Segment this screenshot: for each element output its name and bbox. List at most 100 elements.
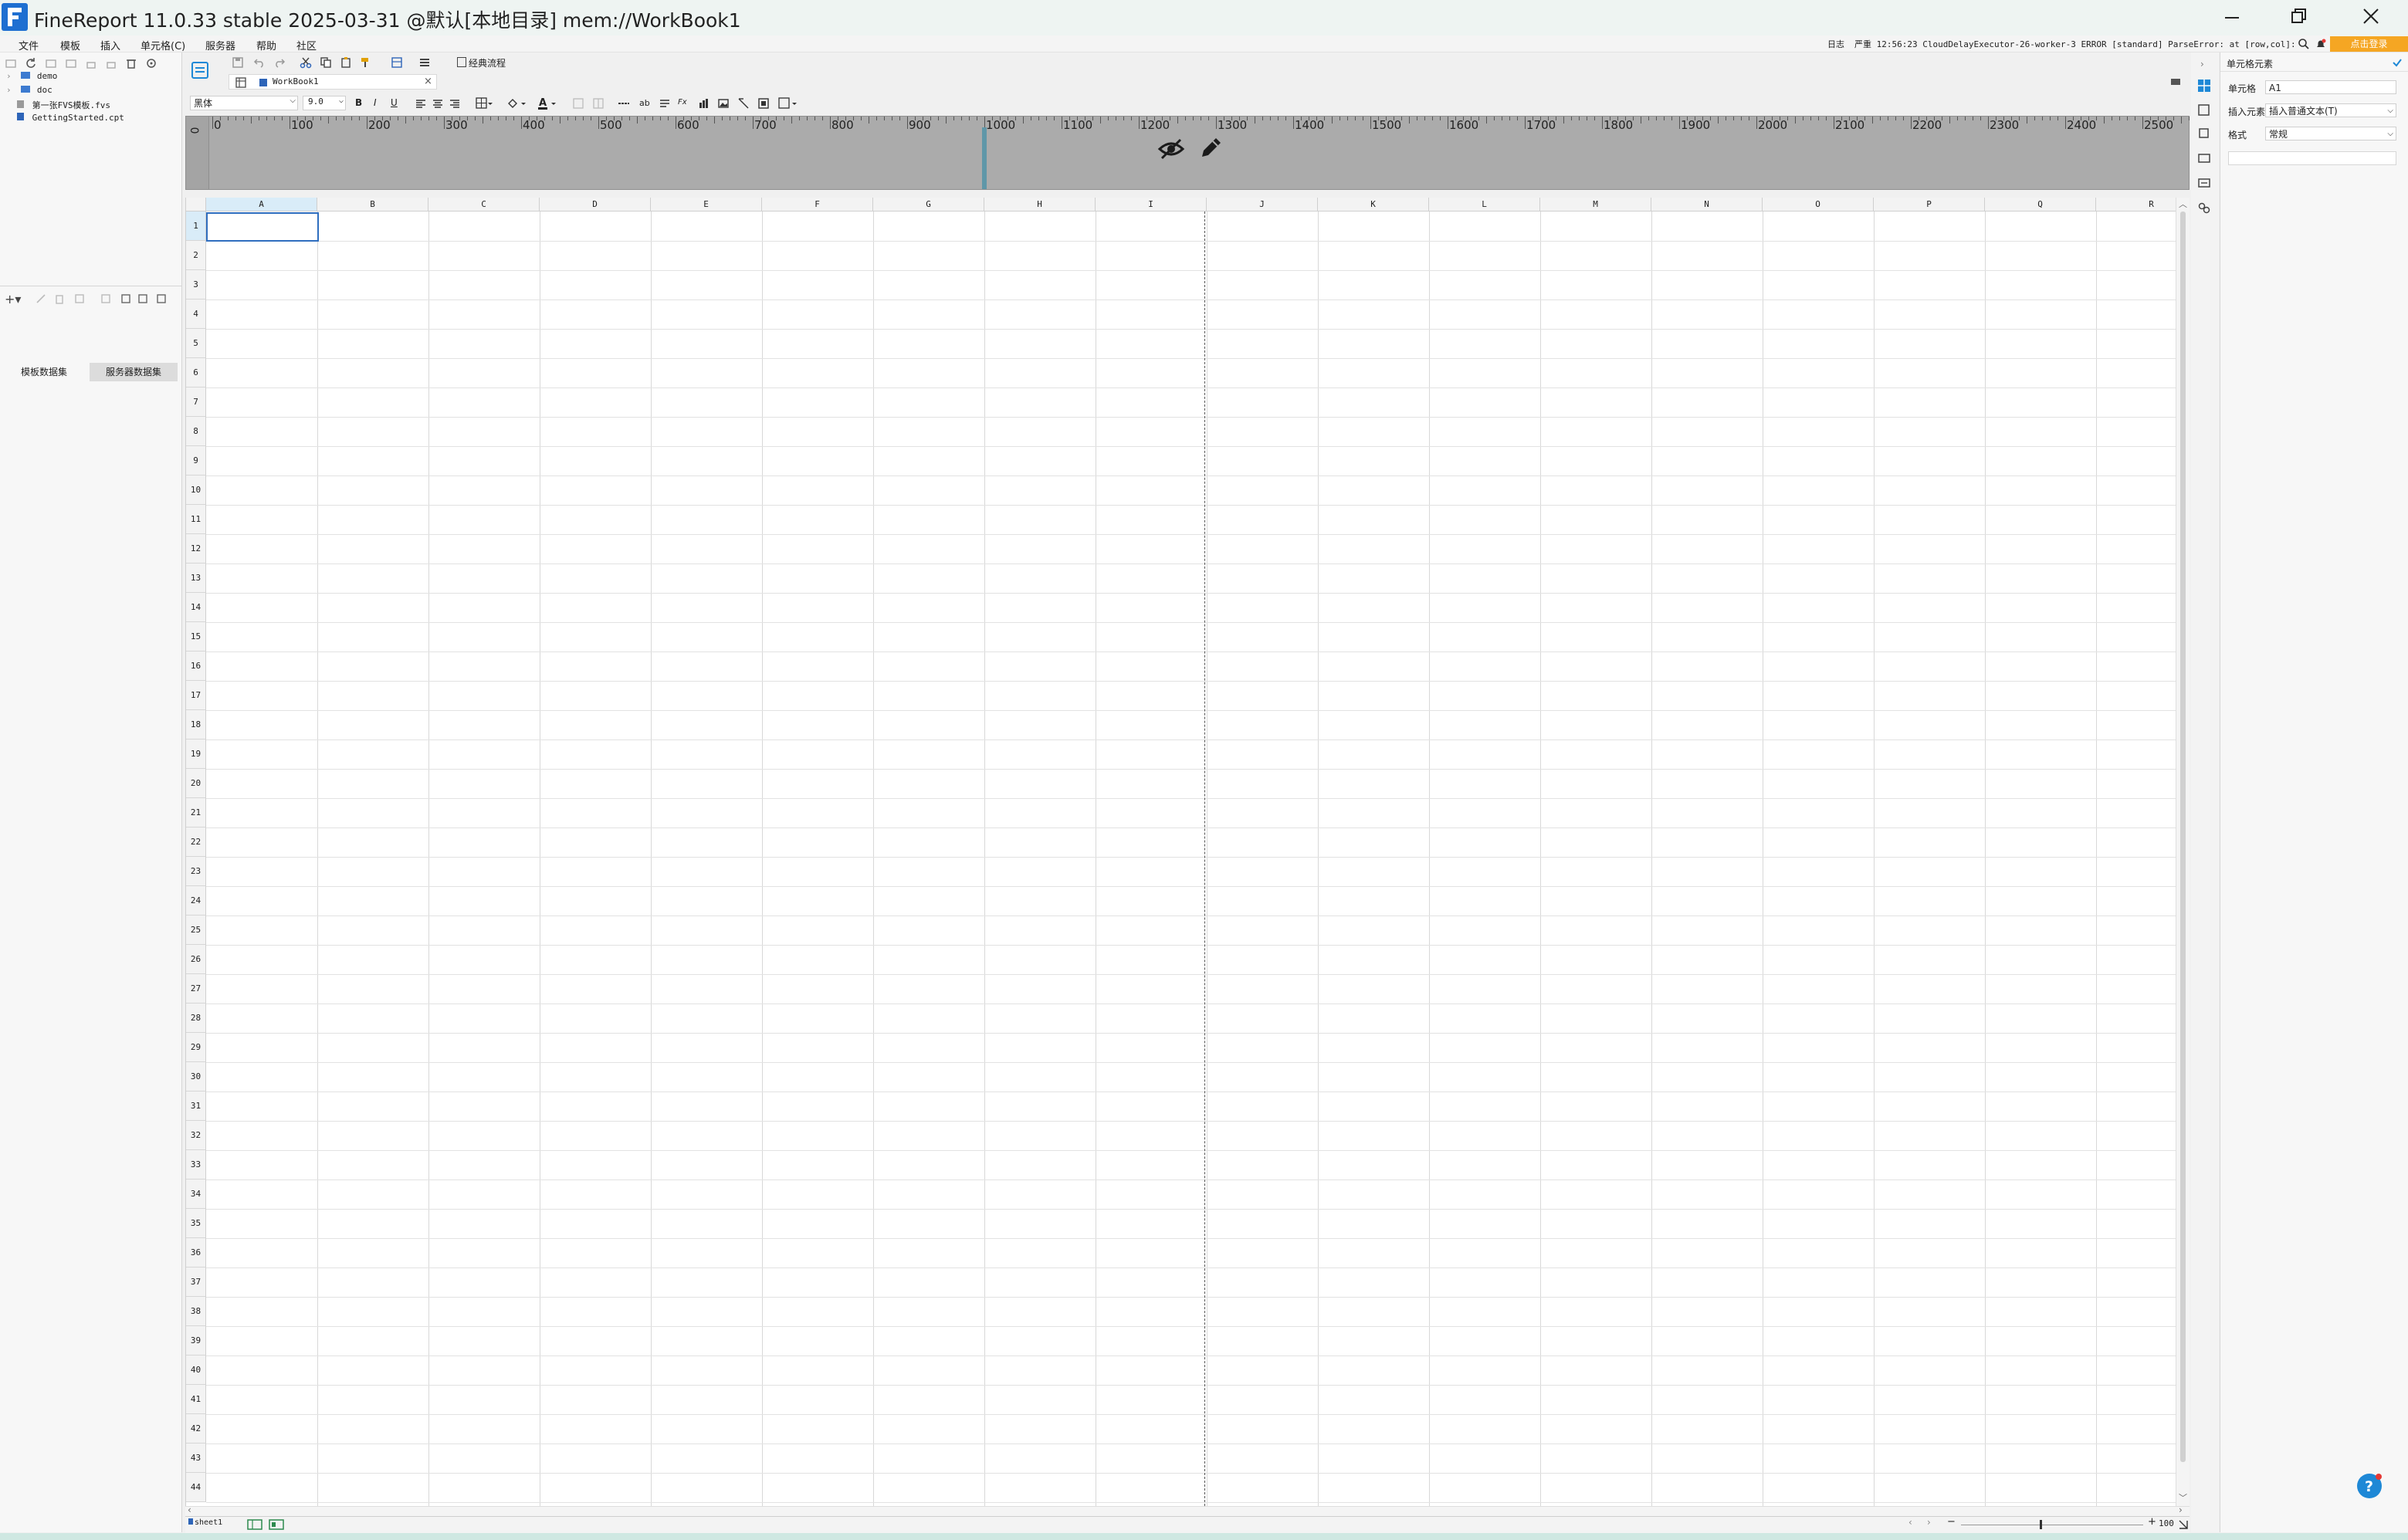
condition-attribute-icon[interactable] xyxy=(2197,176,2211,190)
undo-icon[interactable] xyxy=(253,56,266,69)
widget-setting-icon[interactable] xyxy=(2197,151,2211,165)
font-size-select[interactable]: 9.0 ⌵ xyxy=(303,96,346,110)
menu-insert[interactable]: 插入 xyxy=(100,38,120,52)
menu-template[interactable]: 模板 xyxy=(60,38,80,52)
vertical-scrollbar[interactable]: ︿ ﹀ xyxy=(2176,198,2190,1506)
insert-subreport-icon[interactable] xyxy=(758,98,769,109)
checkmark-icon[interactable] xyxy=(2392,57,2403,68)
insert-chart-icon[interactable] xyxy=(698,98,709,109)
menu-server[interactable]: 服务器 xyxy=(205,38,235,52)
font-color-icon[interactable]: A xyxy=(537,96,557,110)
cell-element-icon[interactable] xyxy=(2197,79,2211,93)
server-dataset-icon[interactable] xyxy=(120,293,131,304)
help-icon[interactable]: ? xyxy=(2356,1473,2383,1499)
selected-cell-a1[interactable] xyxy=(206,212,319,242)
tree-item-gettingstarted[interactable]: GettingStarted.cpt xyxy=(17,113,124,123)
align-right-icon[interactable] xyxy=(449,98,460,109)
tab-template-dataset[interactable]: 模板数据集 xyxy=(3,363,85,381)
preview-icon[interactable] xyxy=(74,293,85,304)
collapse-panel-icon[interactable]: › xyxy=(2200,59,2204,69)
log-label[interactable]: 日志 xyxy=(1827,38,1844,50)
zoom-out-icon[interactable]: − xyxy=(1947,1516,1956,1528)
page-width-marker[interactable] xyxy=(982,127,987,189)
search-icon[interactable] xyxy=(2298,38,2310,50)
insert-formula-icon[interactable]: Fx xyxy=(678,98,687,107)
tab-server-dataset[interactable]: 服务器数据集 xyxy=(90,363,178,381)
merge-cell-icon[interactable] xyxy=(573,98,584,109)
login-button[interactable]: 点击登录 xyxy=(2330,36,2408,52)
classic-mode-button[interactable]: 经典流程 xyxy=(457,56,506,69)
open-icon[interactable] xyxy=(45,57,57,69)
format-painter-icon[interactable] xyxy=(360,56,372,69)
line-style-icon[interactable] xyxy=(618,98,630,109)
zoom-in-icon[interactable]: + xyxy=(2148,1516,2156,1528)
align-left-icon[interactable] xyxy=(415,98,426,109)
insert-element-select[interactable]: 插入普通文本(T) ⌵ xyxy=(2265,103,2396,117)
bold-icon[interactable]: B xyxy=(355,97,362,108)
scroll-up-icon[interactable]: ︿ xyxy=(2179,198,2187,210)
split-cell-icon[interactable] xyxy=(593,98,604,109)
underline-icon[interactable]: U xyxy=(391,97,398,108)
fill-color-icon[interactable] xyxy=(506,97,527,110)
close-tab-icon[interactable]: × xyxy=(424,76,432,87)
insert-float-icon[interactable] xyxy=(778,97,798,110)
save-icon[interactable] xyxy=(232,56,244,69)
redo-icon[interactable] xyxy=(273,56,286,69)
insert-slash-icon[interactable] xyxy=(738,98,749,109)
menu-file[interactable]: 文件 xyxy=(19,38,39,52)
menu-community[interactable]: 社区 xyxy=(296,38,317,52)
hide-eye-icon[interactable] xyxy=(1157,137,1185,161)
next-sheet-icon[interactable]: › xyxy=(1927,1517,1931,1528)
copy-icon[interactable] xyxy=(320,56,332,69)
refresh-icon[interactable] xyxy=(25,57,37,69)
close-icon[interactable] xyxy=(2359,5,2383,28)
float-element-icon[interactable] xyxy=(2197,127,2211,140)
export-icon[interactable] xyxy=(156,293,167,304)
paste-icon[interactable] xyxy=(340,56,352,69)
hyperlink-icon[interactable] xyxy=(2197,201,2211,215)
scroll-right-icon[interactable]: › xyxy=(2179,1504,2183,1515)
add-dataset-icon[interactable]: +▾ xyxy=(5,292,21,306)
menu-help[interactable]: 帮助 xyxy=(256,38,276,52)
edit-icon[interactable] xyxy=(36,293,46,304)
cell-attribute-icon[interactable] xyxy=(2197,103,2211,117)
copy-icon[interactable] xyxy=(100,293,111,304)
text-wrap-icon[interactable]: ab xyxy=(639,98,650,108)
lock-icon[interactable] xyxy=(85,57,97,69)
rename-icon[interactable] xyxy=(65,57,77,69)
vertical-scroll-thumb[interactable] xyxy=(2180,212,2186,1462)
sheet-tab[interactable]: sheet1 xyxy=(188,1518,222,1531)
tree-item-doc[interactable]: › doc xyxy=(6,85,52,95)
fit-page-icon[interactable] xyxy=(2179,1520,2188,1529)
scroll-left-icon[interactable]: ‹ xyxy=(188,1504,191,1515)
font-family-select[interactable]: 黑体 ⌵ xyxy=(190,96,298,110)
restore-icon[interactable] xyxy=(2287,5,2310,28)
expand-arrow-icon[interactable]: › xyxy=(6,85,12,95)
relation-icon[interactable] xyxy=(137,293,148,304)
border-icon[interactable] xyxy=(476,97,493,110)
new-folder-icon[interactable] xyxy=(5,57,17,69)
previous-sheet-icon[interactable]: ‹ xyxy=(1908,1517,1912,1528)
tab-list-icon[interactable] xyxy=(2169,77,2182,88)
scroll-down-icon[interactable]: ﹀ xyxy=(2179,1491,2187,1504)
horizontal-scrollbar[interactable]: ‹ › xyxy=(185,1504,2190,1516)
align-center-icon[interactable] xyxy=(432,98,443,109)
cell-name-field[interactable]: A1 xyxy=(2265,80,2396,94)
italic-icon[interactable]: I xyxy=(374,97,377,108)
zoom-value[interactable]: 100 xyxy=(2159,1518,2174,1528)
list-icon[interactable] xyxy=(418,56,431,69)
delete-icon[interactable] xyxy=(54,293,65,304)
add-report-sheet-icon[interactable] xyxy=(247,1519,262,1530)
delete-icon[interactable] xyxy=(125,57,137,69)
expand-arrow-icon[interactable]: › xyxy=(6,71,12,81)
cut-icon[interactable] xyxy=(300,56,312,69)
unlock-icon[interactable] xyxy=(105,57,117,69)
tree-item-demo[interactable]: › demo xyxy=(6,71,57,81)
pencil-edit-icon[interactable] xyxy=(1197,135,1224,161)
zoom-slider-thumb[interactable] xyxy=(2040,1520,2042,1529)
report-mode-icon[interactable] xyxy=(191,62,208,79)
template-param-icon[interactable] xyxy=(391,56,403,69)
log-message[interactable]: 严重 12:56:23 CloudDelayExecutor-26-worker… xyxy=(1854,38,2295,50)
format-select[interactable]: 常规 ⌵ xyxy=(2265,127,2396,140)
minimize-icon[interactable] xyxy=(2220,6,2244,29)
